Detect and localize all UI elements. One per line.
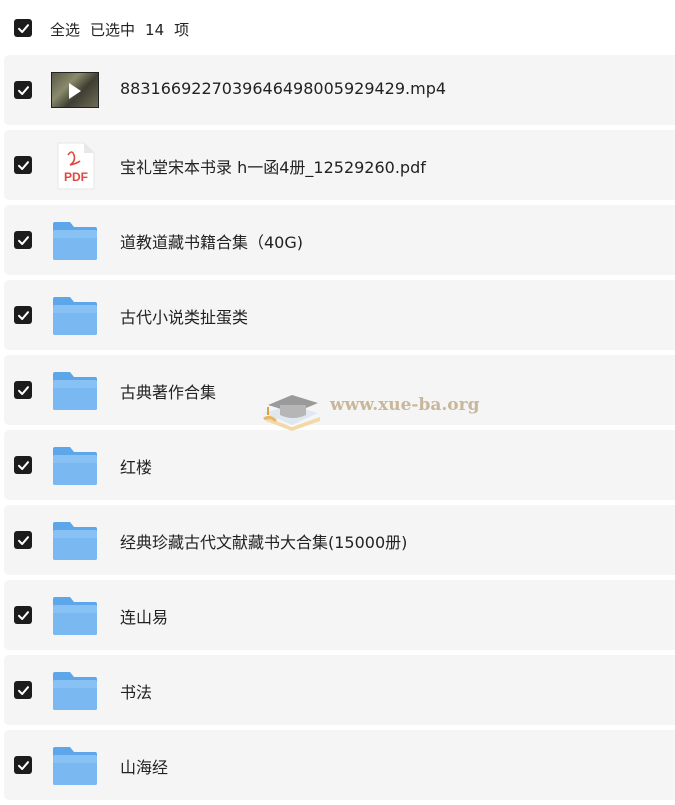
row-checkbox[interactable] — [14, 606, 32, 624]
selection-summary: 全选 已选中 14 项 — [50, 19, 199, 40]
checkmark-icon — [17, 23, 29, 33]
file-name: 道教道藏书籍合集（40G) — [120, 233, 304, 252]
file-row[interactable]: 883166922703964649800592942­9.mp4 — [4, 55, 675, 125]
select-all-checkbox[interactable] — [14, 19, 32, 37]
selected-suffix: 项 — [174, 21, 190, 39]
checkmark-icon — [17, 310, 29, 320]
checkmark-icon — [17, 535, 29, 545]
checkmark-icon — [17, 460, 29, 470]
folder-icon — [53, 447, 97, 485]
select-all-label[interactable]: 全选 — [50, 21, 80, 39]
file-name: 红楼 — [120, 458, 153, 477]
row-checkbox[interactable] — [14, 381, 32, 399]
file-name: 古典著作合集 — [120, 383, 217, 402]
play-icon — [69, 83, 81, 99]
folder-icon — [53, 297, 97, 335]
file-name: 883166922703964649800592942­9.mp4 — [120, 79, 447, 98]
file-row[interactable]: 红楼 — [4, 430, 675, 500]
watermark: www.xue-ba.org — [260, 375, 490, 435]
file-name: 古代小说类扯蛋类 — [120, 308, 249, 327]
file-name: 山海经 — [120, 758, 169, 777]
row-checkbox[interactable] — [14, 756, 32, 774]
selected-count: 14 — [145, 21, 165, 39]
checkmark-icon — [17, 685, 29, 695]
checkmark-icon — [17, 85, 29, 95]
folder-icon — [53, 222, 97, 260]
pdf-icon: PDF — [57, 142, 95, 190]
folder-icon — [53, 597, 97, 635]
file-name: 宝礼堂宋本书录 h一函4册_12529260.pdf — [120, 158, 426, 177]
row-checkbox[interactable] — [14, 231, 32, 249]
row-checkbox[interactable] — [14, 681, 32, 699]
file-name: 书法 — [120, 683, 153, 702]
file-row[interactable]: 古代小说类扯蛋类 — [4, 280, 675, 350]
file-row[interactable]: 书法 — [4, 655, 675, 725]
checkmark-icon — [17, 385, 29, 395]
row-checkbox[interactable] — [14, 156, 32, 174]
file-row[interactable]: 道教道藏书籍合集（40G) — [4, 205, 675, 275]
file-row[interactable]: 经典珍藏古代文献藏书大合集(15000册) — [4, 505, 675, 575]
svg-text:PDF: PDF — [64, 170, 88, 184]
file-row[interactable]: 山海经 — [4, 730, 675, 800]
selected-prefix: 已选中 — [90, 21, 136, 39]
folder-icon — [53, 522, 97, 560]
watermark-text: www.xue-ba.org — [330, 395, 480, 415]
checkmark-icon — [17, 160, 29, 170]
file-row[interactable]: 连山易 — [4, 580, 675, 650]
folder-icon — [53, 747, 97, 785]
file-name: 经典珍藏古代文献藏书大合集(15000册) — [120, 533, 408, 552]
row-checkbox[interactable] — [14, 456, 32, 474]
checkmark-icon — [17, 235, 29, 245]
graduation-cap-icon — [263, 395, 320, 431]
file-name: 连山易 — [120, 608, 169, 627]
folder-icon — [53, 372, 97, 410]
row-checkbox[interactable] — [14, 306, 32, 324]
file-row[interactable]: PDF 宝礼堂宋本书录 h一函4册_12529260.pdf — [4, 130, 675, 200]
selection-header: 全选 已选中 14 项 — [0, 0, 675, 56]
checkmark-icon — [17, 610, 29, 620]
folder-icon — [53, 672, 97, 710]
row-checkbox[interactable] — [14, 531, 32, 549]
video-thumbnail — [51, 72, 99, 108]
row-checkbox[interactable] — [14, 81, 32, 99]
